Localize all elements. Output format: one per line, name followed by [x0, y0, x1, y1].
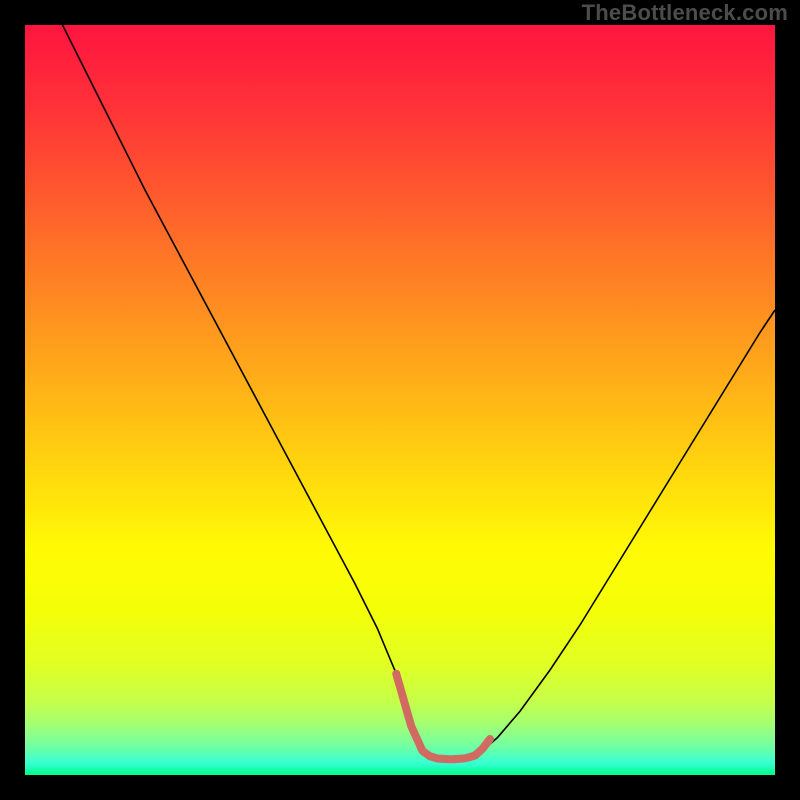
plot-area	[25, 25, 775, 775]
plot-svg	[25, 25, 775, 775]
watermark-text: TheBottleneck.com	[582, 0, 788, 26]
chart-frame: TheBottleneck.com	[0, 0, 800, 800]
gradient-background	[25, 25, 775, 775]
